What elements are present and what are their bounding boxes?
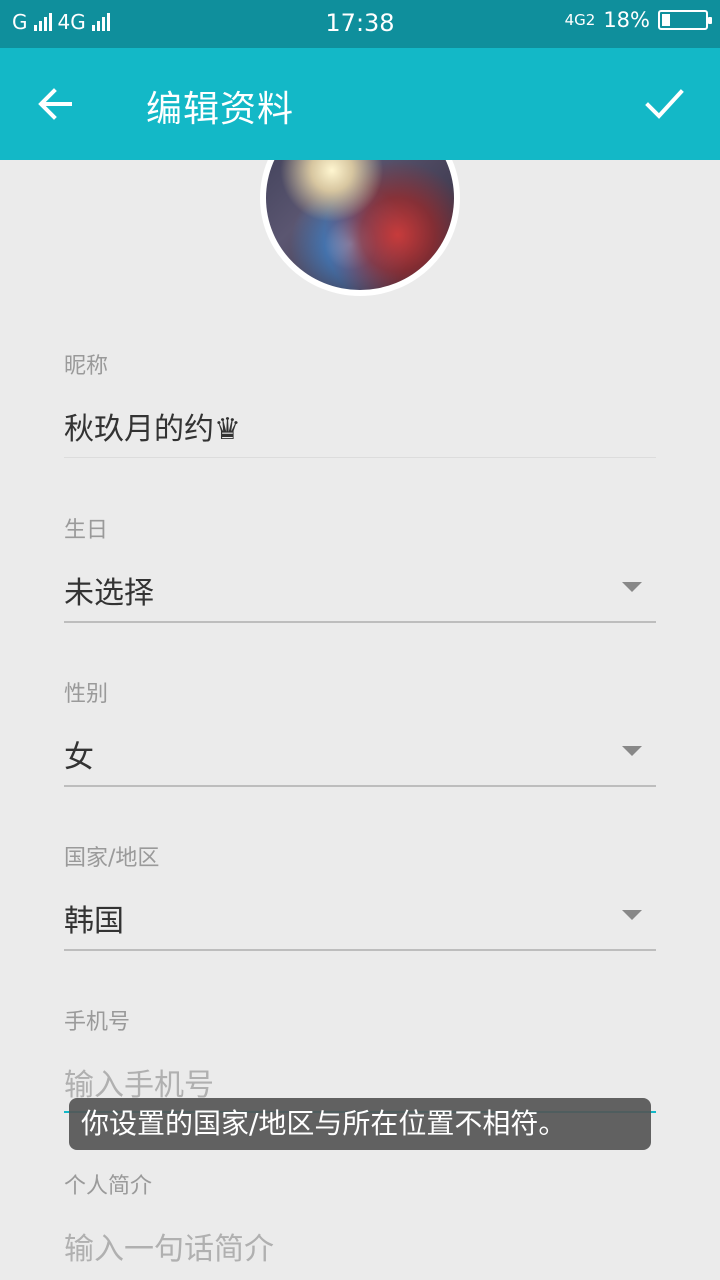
- region-field[interactable]: 国家/地区 韩国: [64, 840, 656, 952]
- network-badge: 4G2: [564, 11, 596, 29]
- nickname-underline: [64, 457, 656, 458]
- region-label: 国家/地区: [64, 846, 160, 871]
- battery-percent: 18%: [603, 8, 650, 32]
- confirm-button[interactable]: [638, 78, 690, 130]
- gender-value: 女: [64, 740, 94, 775]
- status-bar: G 4G 17:38 4G2 18%: [0, 0, 720, 48]
- bio-field[interactable]: 个人简介 输入一句话简介: [64, 1168, 656, 1280]
- gender-label: 性别: [64, 682, 109, 707]
- app-bar: 编辑资料: [0, 48, 720, 160]
- region-underline: [64, 949, 656, 951]
- region-value: 韩国: [64, 904, 124, 939]
- back-button[interactable]: [30, 78, 82, 130]
- nickname-value[interactable]: 秋玖月的约♛: [64, 404, 241, 448]
- chevron-down-icon[interactable]: [622, 910, 642, 920]
- page-title: 编辑资料: [146, 89, 295, 130]
- arrow-left-icon: [38, 88, 72, 120]
- bio-label: 个人简介: [64, 1174, 153, 1199]
- nickname-field[interactable]: 昵称 秋玖月的约♛: [64, 348, 656, 460]
- toast-message: 你设置的国家/地区与所在位置不相符。: [69, 1098, 651, 1150]
- chevron-down-icon[interactable]: [622, 582, 642, 592]
- battery-icon: [658, 10, 712, 30]
- gender-underline: [64, 785, 656, 787]
- phone-label: 手机号: [64, 1010, 131, 1035]
- status-right: 4G2 18%: [564, 8, 712, 32]
- nickname-label: 昵称: [64, 354, 109, 379]
- bio-input[interactable]: 输入一句话简介: [64, 1224, 274, 1268]
- chevron-down-icon[interactable]: [622, 746, 642, 756]
- birthday-underline: [64, 621, 656, 623]
- checkmark-icon: [645, 89, 684, 119]
- birthday-field[interactable]: 生日 未选择: [64, 512, 656, 624]
- birthday-value: 未选择: [64, 576, 154, 611]
- birthday-label: 生日: [64, 518, 109, 543]
- edit-profile-screen: G 4G 17:38 4G2 18% 编辑资料 昵称 秋玖月的约♛ 生日 未选择…: [0, 0, 720, 1280]
- gender-field[interactable]: 性别 女: [64, 676, 656, 788]
